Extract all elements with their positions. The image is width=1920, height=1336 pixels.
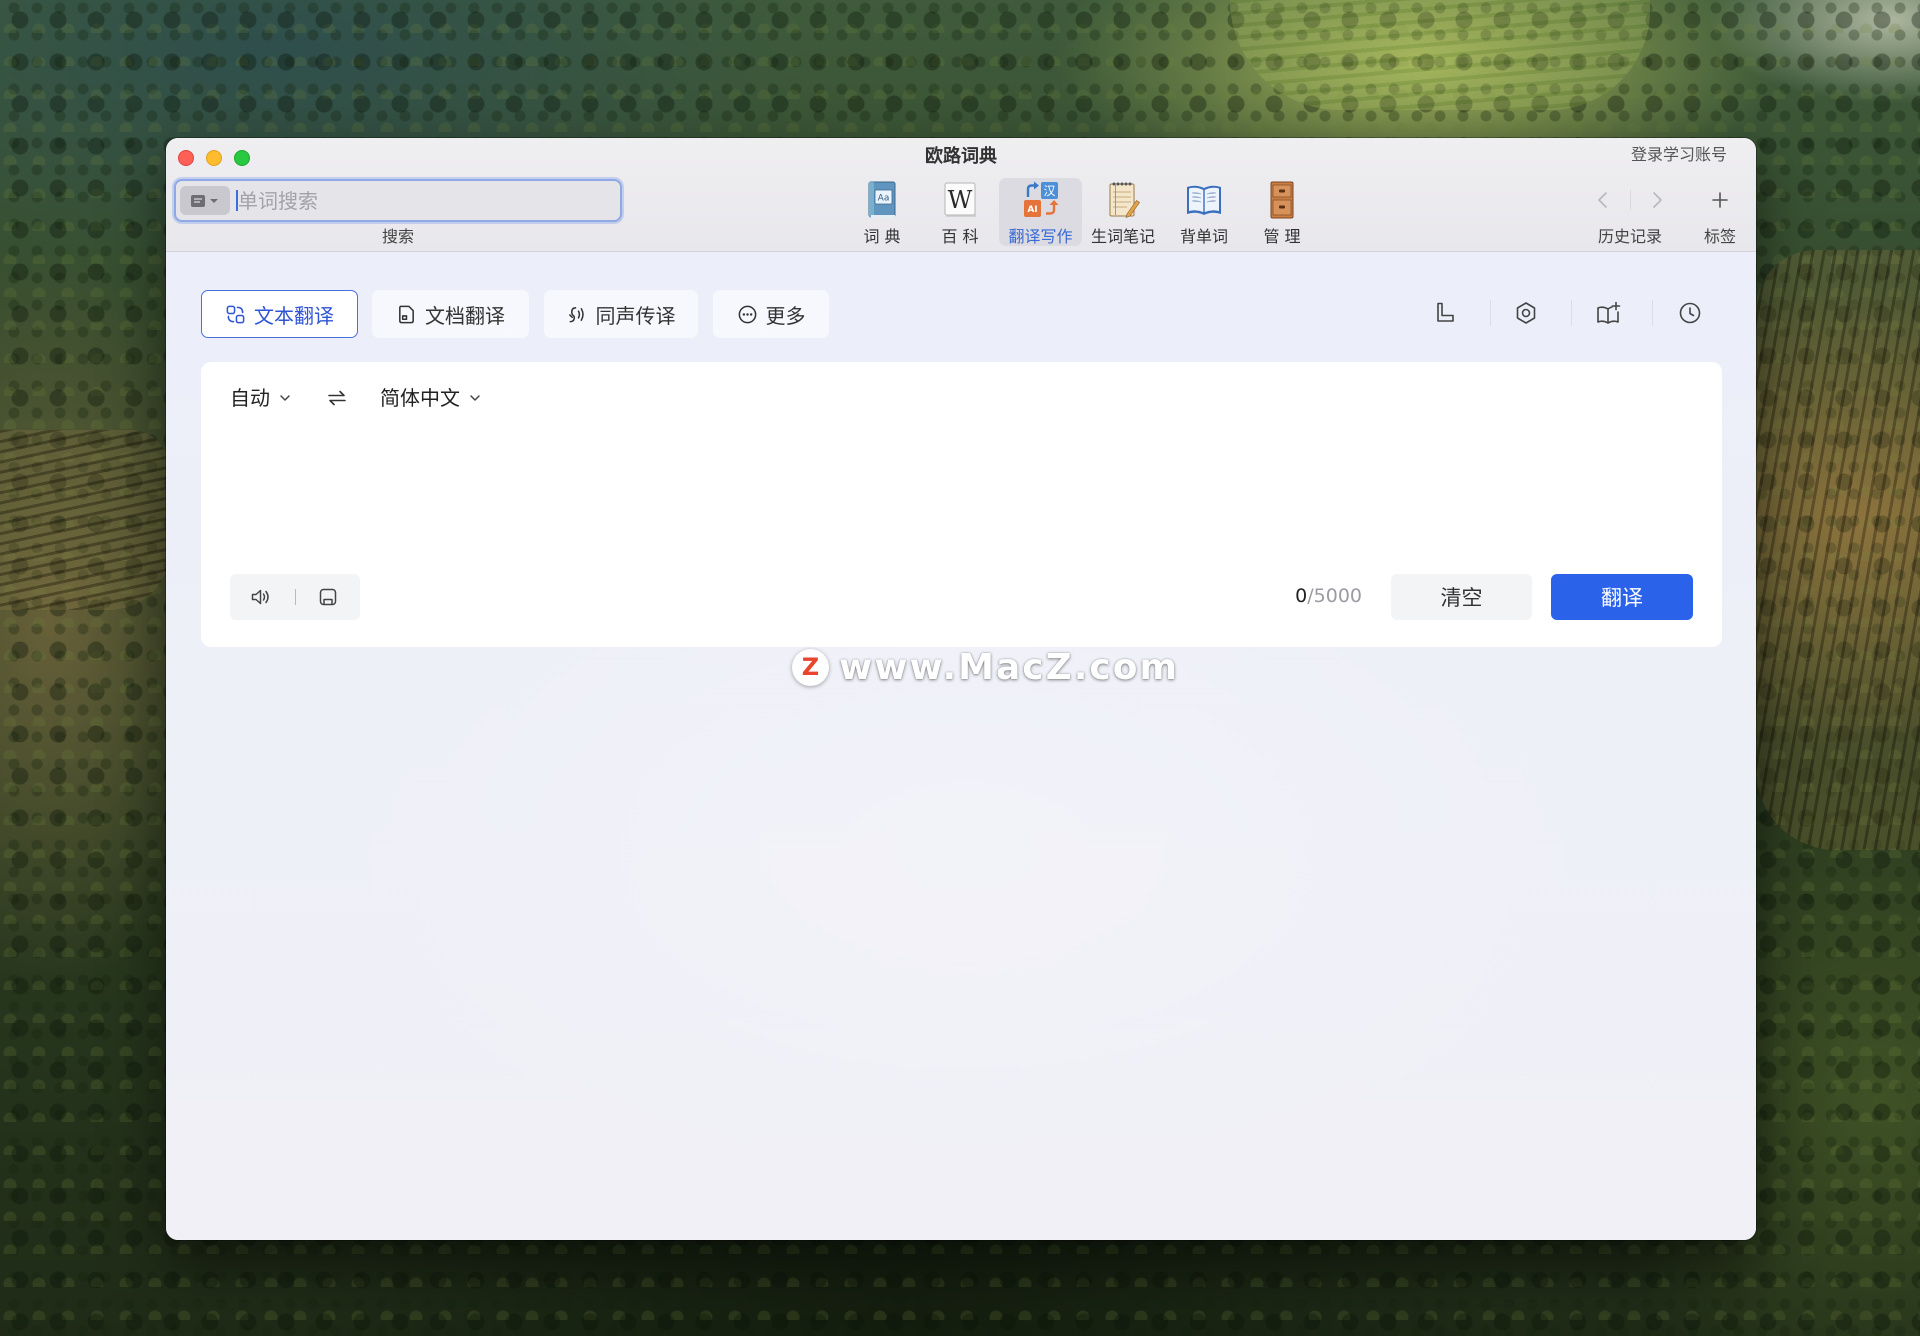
source-language-select[interactable]: 自动 [230, 384, 292, 412]
wallpaper-vineyard-right [1756, 250, 1920, 850]
login-account-link[interactable]: 登录学习账号 [1631, 144, 1727, 166]
notebook-icon [1109, 182, 1140, 218]
wordbook-add-icon [1597, 301, 1621, 324]
history-label: 历史记录 [1597, 227, 1662, 246]
toolbar-label-manage: 管 理 [1263, 227, 1301, 246]
search-field[interactable] [174, 179, 622, 222]
chevron-left-icon [1598, 192, 1607, 208]
window-title: 欧路词典 [925, 146, 997, 167]
add-to-wordbook-button[interactable] [1590, 295, 1626, 331]
titlebar-toolbar: 欧路词典 登录学习账号 搜索 Aa 词 典 [166, 138, 1756, 252]
input-tools-divider [295, 589, 296, 605]
source-language-label: 自动 [230, 386, 270, 410]
wallpaper-sunlit-hill [1230, 0, 1650, 110]
text-translate-icon [226, 305, 245, 323]
character-limit: /5000 [1307, 585, 1362, 607]
tab-label: 文本翻译 [254, 303, 334, 328]
watermark-text: www.MacZ.com [839, 646, 1179, 688]
chevron-down-icon [470, 395, 480, 401]
character-count: 0 [1295, 585, 1308, 607]
history-forward-button[interactable] [1642, 185, 1672, 215]
wallpaper-vineyard-left [0, 430, 170, 610]
search-scope-dropdown[interactable] [180, 186, 230, 215]
tags-label: 标签 [1703, 227, 1736, 246]
search-label: 搜索 [381, 227, 414, 246]
more-icon [738, 305, 756, 323]
tab-label: 文档翻译 [425, 303, 505, 328]
settings-button[interactable] [1508, 295, 1544, 331]
tools-divider [1490, 300, 1491, 326]
dictionary-scope-icon [191, 194, 218, 207]
toolbar-label-encyclopedia: 百 科 [941, 227, 979, 246]
watermark: Z www.MacZ.com [792, 646, 1179, 688]
tab-document-translate[interactable]: 文档翻译 [372, 290, 529, 338]
input-tools [230, 574, 360, 620]
cabinet-icon [1270, 181, 1294, 219]
dictionary-icon-glyph: Aa [878, 194, 890, 204]
swap-languages-icon [328, 390, 346, 406]
target-language-label: 简体中文 [380, 386, 460, 410]
toolbar-translate-write[interactable]: 汉 AI 翻译写作 [999, 178, 1082, 246]
translation-content: 文本翻译 文档翻译 同声传译 更多 自动 简体中文 0/5000 清空 翻译 [166, 252, 1756, 1240]
search-input[interactable] [232, 181, 612, 220]
toolbar-vocabulary-notes[interactable]: 生词笔记 [1084, 178, 1162, 246]
chevron-right-icon [1653, 192, 1662, 208]
open-book-icon [1187, 185, 1221, 215]
toolbar-label-translate-write: 翻译写作 [1008, 227, 1073, 246]
wikipedia-icon: W [944, 182, 976, 217]
plus-icon [1712, 192, 1728, 208]
settings-icon [1516, 302, 1536, 324]
watermark-logo: Z [792, 648, 829, 686]
text-caret [236, 190, 238, 211]
tab-simultaneous-interpret[interactable]: 同声传译 [544, 290, 698, 338]
simultaneous-interpret-icon [568, 306, 584, 322]
history-button[interactable] [1672, 295, 1708, 331]
history-clock-icon [1679, 302, 1701, 324]
target-language-select[interactable]: 简体中文 [380, 384, 482, 412]
toolbar-dictionary[interactable]: Aa 词 典 [843, 178, 921, 246]
translate-icon-glyph-top: 汉 [1043, 184, 1055, 198]
history-back-button[interactable] [1588, 185, 1618, 215]
toolbar-memorize-words[interactable]: 背单词 [1165, 178, 1243, 246]
layout-icon [1437, 302, 1454, 322]
nav-divider [1630, 190, 1631, 210]
speaker-icon [251, 589, 269, 605]
translation-card: 自动 简体中文 0/5000 清空 翻译 [201, 362, 1722, 647]
toolbar-label-memorize-words: 背单词 [1179, 227, 1228, 246]
tools-divider [1652, 300, 1653, 326]
toolbar-encyclopedia[interactable]: W 百 科 [921, 178, 999, 246]
chevron-down-icon [280, 395, 290, 401]
translate-button[interactable]: 翻译 [1551, 574, 1693, 620]
swap-languages-button[interactable] [323, 384, 351, 412]
tab-label: 更多 [765, 303, 806, 328]
toolbar-manage[interactable]: 管 理 [1243, 178, 1321, 246]
toolbar-label-vocabulary-notes: 生词笔记 [1090, 227, 1155, 246]
wikipedia-icon-glyph: W [948, 186, 973, 214]
clear-button[interactable]: 清空 [1391, 574, 1532, 620]
app-window: 欧路词典 登录学习账号 搜索 Aa 词 典 [166, 138, 1756, 1240]
translate-icon-glyph-bottom: AI [1027, 205, 1037, 215]
document-translate-icon [399, 305, 414, 323]
layout-button[interactable] [1427, 295, 1463, 331]
character-counter: 0/5000 [1295, 584, 1362, 608]
tools-divider [1571, 300, 1572, 326]
add-tag-button[interactable] [1705, 185, 1735, 215]
save-button[interactable] [316, 585, 340, 609]
tab-text-translate[interactable]: 文本翻译 [201, 290, 358, 338]
speak-button[interactable] [249, 585, 273, 609]
tab-label: 同声传译 [595, 303, 676, 328]
toolbar-label-dictionary: 词 典 [863, 227, 901, 246]
translate-write-icon: 汉 AI [1023, 181, 1058, 217]
tab-more[interactable]: 更多 [713, 290, 829, 338]
save-icon [319, 588, 337, 606]
source-text-input[interactable] [230, 426, 1693, 562]
dictionary-book-icon: Aa [868, 181, 896, 218]
